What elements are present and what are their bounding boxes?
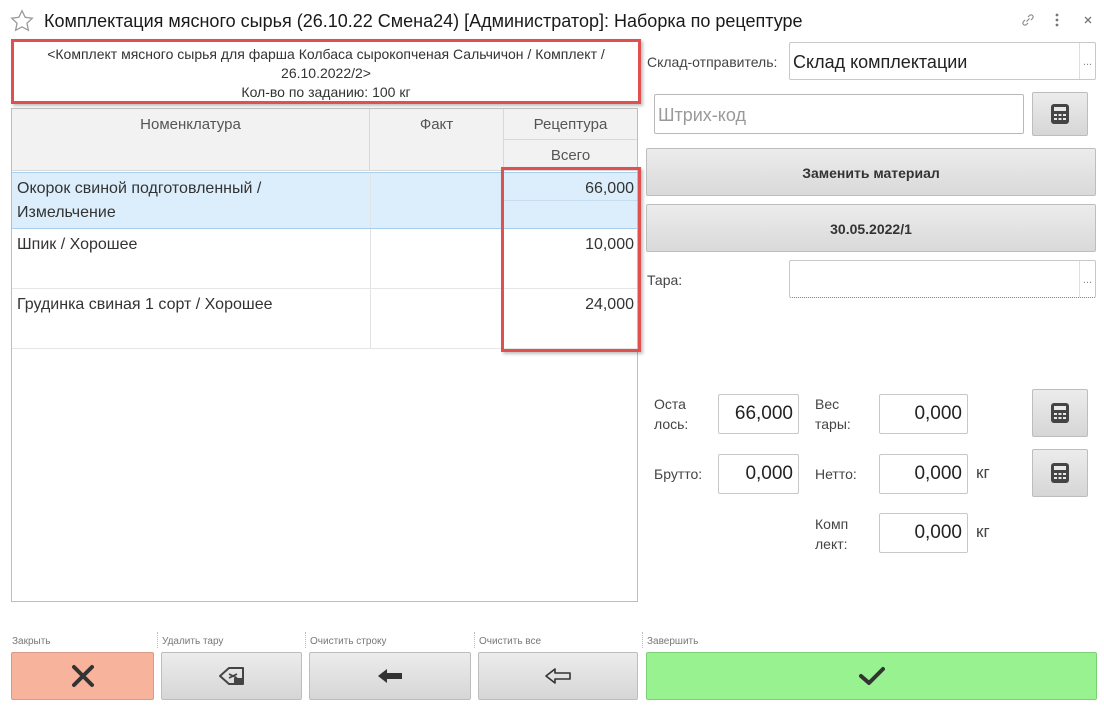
tara-label: Тара: [647, 272, 683, 288]
checkmark-icon [858, 667, 885, 685]
task-header-line1: <Комплект мясного сырья для фарша Колбас… [47, 46, 605, 62]
delete-tara-button[interactable] [161, 652, 302, 700]
kit-unit: кг [976, 522, 990, 541]
warehouse-value: Склад комплектации [793, 52, 968, 72]
column-header-fact[interactable]: Факт [370, 109, 504, 171]
column-header-nomenclature[interactable]: Номенклатура [12, 109, 370, 171]
finish-label: Завершить [647, 636, 699, 647]
kit-label: Комп лект: [815, 516, 849, 552]
remaining-label: Оста лось: [654, 396, 689, 432]
batch-button[interactable]: 30.05.2022/1 [646, 204, 1096, 252]
gross-label: Брутто: [654, 466, 703, 482]
close-button[interactable] [11, 652, 154, 700]
row-fact [370, 229, 504, 288]
warehouse-select-button[interactable]: ... [1079, 43, 1095, 79]
link-icon[interactable] [1020, 12, 1036, 28]
close-label: Закрыть [12, 636, 51, 647]
star-icon[interactable] [9, 8, 35, 34]
clear-row-button[interactable] [309, 652, 471, 700]
window-title: Комплектация мясного сырья (26.10.22 Сме… [44, 11, 803, 31]
separator [642, 632, 643, 648]
separator [305, 632, 306, 648]
recipe-total-highlight [501, 167, 641, 352]
net-label: Нетто: [815, 466, 857, 482]
delete-tara-label: Удалить тару [162, 636, 224, 647]
tare-weight-label: Вес тары: [815, 396, 851, 432]
weight-calculator-button[interactable] [1032, 449, 1088, 497]
barcode-calculator-button[interactable] [1032, 92, 1088, 136]
more-vertical-icon[interactable] [1052, 12, 1062, 28]
clear-all-button[interactable] [478, 652, 638, 700]
warehouse-field[interactable]: Склад комплектации ... [789, 42, 1096, 80]
row-nomenclature: Шпик / Хорошее [17, 236, 138, 253]
warehouse-label: Склад-отправитель: [647, 54, 778, 70]
barcode-input[interactable]: Штрих-код [654, 94, 1024, 134]
separator [157, 632, 158, 648]
remaining-field[interactable]: 66,000 [718, 394, 799, 434]
arrow-left-filled-icon [378, 669, 402, 683]
task-header: <Комплект мясного сырья для фарша Колбас… [11, 39, 641, 104]
calculator-icon [1051, 104, 1069, 124]
row-fact [370, 173, 504, 228]
finish-button[interactable] [646, 652, 1097, 700]
row-nomenclature: Грудинка свиная 1 сорт / Хорошее [17, 296, 273, 313]
replace-material-button[interactable]: Заменить материал [646, 148, 1096, 196]
calculator-icon [1051, 403, 1069, 423]
tare-calculator-button[interactable] [1032, 389, 1088, 437]
kit-field[interactable]: 0,000 [879, 513, 968, 553]
title-bar: Комплектация мясного сырья (26.10.22 Сме… [0, 0, 1104, 40]
row-fact [370, 289, 504, 348]
task-header-quantity: Кол-во по заданию: 100 кг [241, 84, 411, 100]
task-header-line2: 26.10.2022/2> [281, 65, 371, 81]
tara-field[interactable]: ... [789, 260, 1096, 298]
clear-row-label: Очистить строку [310, 636, 387, 647]
net-unit: кг [976, 463, 990, 482]
arrow-left-outline-icon [545, 668, 571, 684]
tara-select-button[interactable]: ... [1079, 261, 1095, 297]
clear-all-label: Очистить все [479, 636, 542, 647]
close-x-icon [71, 665, 94, 687]
row-nomenclature: Окорок свиной подготовленный / Измельчен… [17, 180, 262, 221]
gross-field[interactable]: 0,000 [718, 454, 799, 494]
close-icon[interactable] [1082, 12, 1094, 28]
calculator-icon [1051, 463, 1069, 483]
separator [474, 632, 475, 648]
column-header-recipe[interactable]: Рецептура [504, 109, 637, 140]
delete-tara-icon [218, 667, 244, 685]
net-field[interactable]: 0,000 [879, 454, 968, 494]
tare-weight-field[interactable]: 0,000 [879, 394, 968, 434]
barcode-placeholder: Штрих-код [658, 105, 746, 125]
